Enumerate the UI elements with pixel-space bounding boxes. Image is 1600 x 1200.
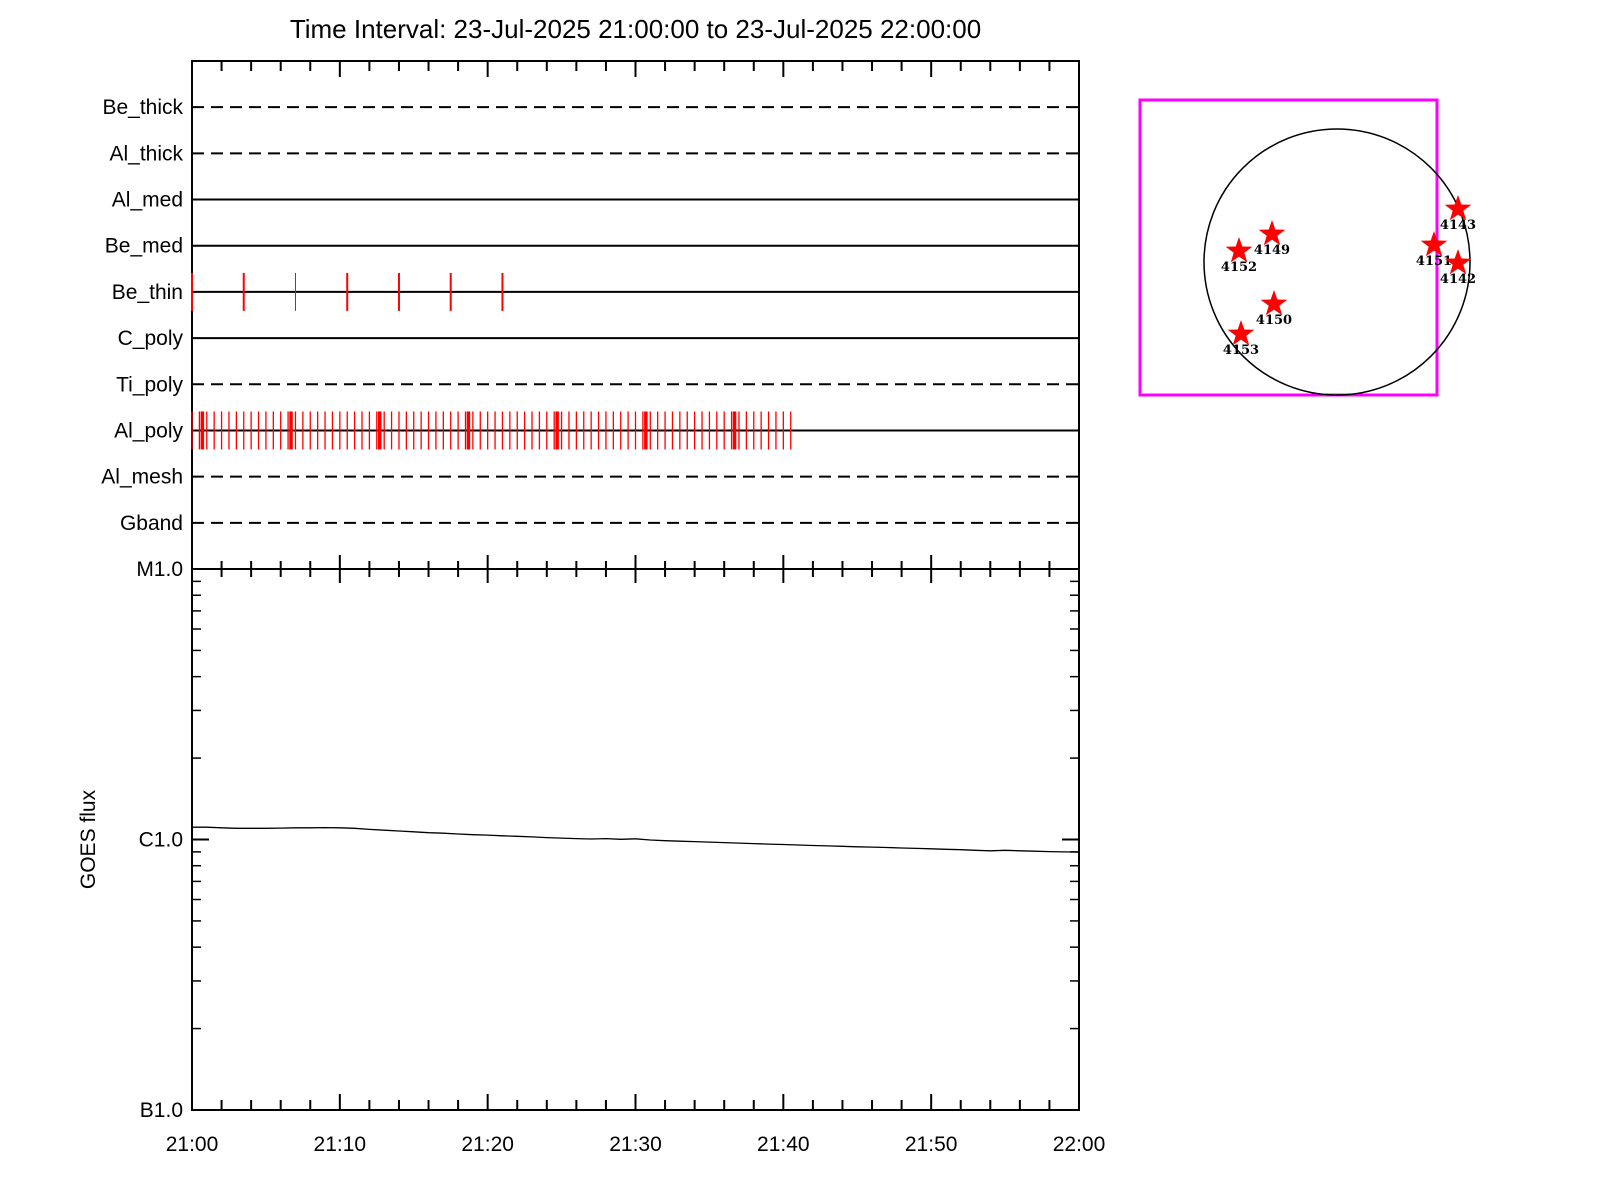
time-tick-label: 21:10 [314,1133,367,1156]
plot-svg: Be_thick Al_thick Al_med Be_med Be_thin C_pol… [77,60,1476,1156]
time-tick-label: 21:50 [905,1133,958,1156]
timeline-frame [191,60,1080,570]
goes-ytick-label: B1.0 [140,1099,183,1122]
filter-label-Al_thick: Al_thick [109,142,183,165]
time-tick-label: 22:00 [1053,1133,1106,1156]
active-region-star-4150 [1260,290,1288,316]
filter-label-Ti_poly: Ti_poly [116,373,183,396]
time-tick-label: 21:00 [166,1133,219,1156]
filter-label-Gband: Gband [120,512,183,535]
active-region-label-4152: 4152 [1221,260,1257,275]
active-region-label-4142: 4142 [1440,272,1476,287]
filter-label-C_poly: C_poly [118,327,184,350]
goes-flux-line [192,826,1080,853]
active-region-star-4149 [1258,220,1286,246]
time-tick-label: 21:30 [609,1133,662,1156]
active-region-star-4153 [1227,320,1255,346]
active-region-star-4151 [1420,231,1448,257]
goes-ytick-label: C1.0 [139,829,183,852]
active-region-label-4153: 4153 [1223,343,1259,358]
active-region-label-4150: 4150 [1256,313,1292,328]
active-region-label-4143: 4143 [1440,218,1476,233]
filter-timeline-panel: Be_thick Al_thick Al_med Be_med Be_thin C_pol… [101,60,1080,583]
xrt-goes-observation-plot: Time Interval: 23-Jul-2025 21:00:00 to 2… [0,0,1600,1200]
filter-label-Be_thick: Be_thick [102,96,183,119]
time-tick-label: 21:20 [461,1133,514,1156]
goes-ylabel: GOES flux [77,789,100,889]
active-region-star-4142 [1444,249,1472,275]
filter-label-Al_mesh: Al_mesh [101,466,183,489]
active-region-label-4151: 4151 [1416,254,1452,269]
filter-label-Al_poly: Al_poly [114,419,183,442]
goes-flux-panel: M1.0 C1.0 B1.0 GOES flux 21:00 21:10 21:20 21:3… [77,558,1105,1156]
solar-fov-map: 4143 4151 4142 4149 4152 4150 4153 [1138,98,1476,397]
filter-label-Be_thin: Be_thin [112,281,183,304]
filter-label-Al_med: Al_med [112,189,183,212]
goes-ytick-label: M1.0 [136,558,183,581]
active-region-star-4143 [1444,195,1472,221]
time-tick-label: 21:40 [757,1133,810,1156]
filter-label-Be_med: Be_med [105,235,183,258]
goes-frame [191,568,1080,1111]
active-region-star-4152 [1225,237,1253,263]
active-region-label-4149: 4149 [1254,243,1290,258]
